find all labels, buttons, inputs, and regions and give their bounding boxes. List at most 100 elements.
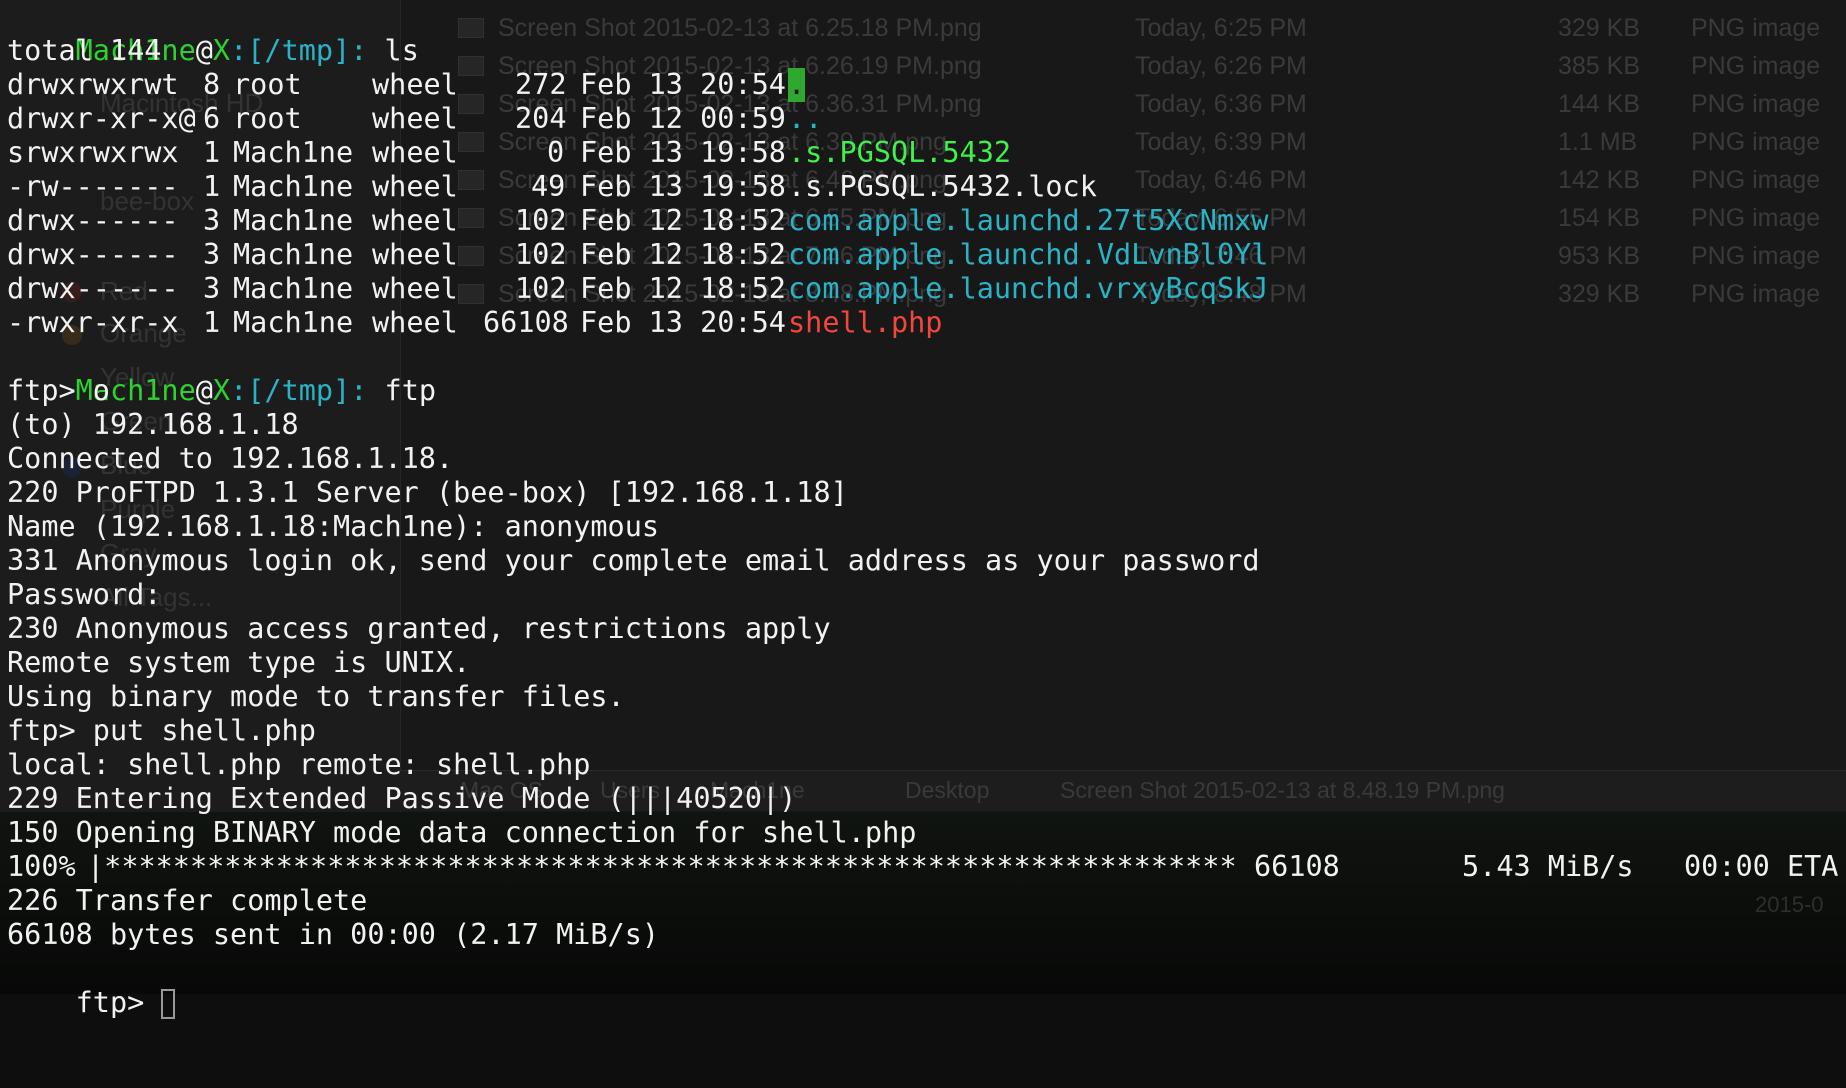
ftp-prompt: ftp>: [75, 986, 162, 1019]
owner: root: [233, 68, 302, 101]
links: 1: [203, 306, 221, 339]
links: 1: [203, 136, 221, 169]
perms: -rwxr-xr-x: [7, 306, 179, 339]
progress-rate: 5.43 MiB/s: [1462, 850, 1634, 883]
listing-row: -rw------- 1 Mach1ne wheel 49 Feb 13 19:…: [7, 170, 1842, 204]
ftp-line: Connected to 192.168.1.18.: [7, 442, 454, 475]
owner: Mach1ne: [233, 238, 354, 271]
perms: -rw-------: [7, 170, 179, 203]
prompt-path: :[/tmp]:: [230, 34, 368, 67]
perms: drwxrwxrwt: [7, 68, 179, 101]
filename: .: [788, 68, 806, 102]
ftp-line: 230 Anonymous access granted, restrictio…: [7, 612, 831, 645]
output-line: total 144: [7, 34, 162, 67]
prompt-host: X: [212, 374, 231, 407]
progress-bytes: 66108: [1254, 850, 1340, 883]
listing-row: drwx------ 3 Mach1ne wheel 102 Feb 12 18…: [7, 272, 1842, 306]
date: Feb 12 18:52: [580, 272, 786, 305]
owner: root: [233, 102, 302, 135]
filename: .s.PGSQL.5432.lock: [788, 170, 1097, 203]
ftp-line: 226 Transfer complete: [7, 884, 368, 917]
ftp-line: (to) 192.168.1.18: [7, 408, 299, 441]
prompt-path: :[/tmp]:: [230, 374, 368, 407]
ftp-input-line[interactable]: ftp>: [7, 952, 176, 1019]
size: 0: [547, 136, 565, 169]
size: 204: [515, 102, 567, 135]
group: wheel: [372, 136, 458, 169]
filename: com.apple.launchd.vrxyBcqSkJ: [788, 272, 1269, 305]
progress-percent: 100%: [7, 850, 76, 883]
listing-row: drwx------ 3 Mach1ne wheel 102 Feb 12 18…: [7, 238, 1842, 272]
prompt-host: X: [212, 34, 231, 67]
size: 272: [515, 68, 567, 101]
size: 102: [515, 272, 567, 305]
owner: Mach1ne: [233, 170, 354, 203]
links: 3: [203, 272, 221, 305]
date: Feb 12 18:52: [580, 204, 786, 237]
ftp-line: Name (192.168.1.18:Mach1ne): anonymous: [7, 510, 660, 543]
group: wheel: [372, 102, 458, 135]
filename: ..: [788, 102, 823, 135]
links: 1: [203, 170, 221, 203]
date: Feb 12 18:52: [580, 238, 786, 271]
date: Feb 13 20:54: [580, 68, 786, 101]
group: wheel: [372, 68, 458, 101]
perms: drwxr-xr-x@: [7, 102, 196, 135]
group: wheel: [372, 272, 458, 305]
date: Feb 13 19:58: [580, 136, 786, 169]
ftp-line: Password:: [7, 578, 162, 611]
prompt-line: Mach1ne@X:[/tmp]: ftp: [7, 340, 436, 407]
filename: com.apple.launchd.27t5XcNmxw: [788, 204, 1269, 237]
owner: Mach1ne: [233, 136, 354, 169]
ftp-line: 66108 bytes sent in 00:00 (2.17 MiB/s): [7, 918, 660, 951]
ftp-line: 229 Entering Extended Passive Mode (|||4…: [7, 782, 797, 815]
links: 6: [203, 102, 221, 135]
perms: drwx------: [7, 204, 179, 237]
links: 3: [203, 204, 221, 237]
listing-row: drwxr-xr-x@ 6 root wheel 204 Feb 12 00:5…: [7, 102, 1842, 136]
filename: shell.php: [788, 306, 943, 339]
listing-row: srwxrwxrwx 1 Mach1ne wheel 0 Feb 13 19:5…: [7, 136, 1842, 170]
size: 66108: [483, 306, 569, 339]
group: wheel: [372, 238, 458, 271]
listing-row: -rwxr-xr-x 1 Mach1ne wheel 66108 Feb 13 …: [7, 306, 1842, 340]
owner: Mach1ne: [233, 306, 354, 339]
filename: com.apple.launchd.VdLvnBl0Yl: [788, 238, 1269, 271]
prompt-at: @: [195, 34, 213, 67]
transfer-progress: 100% |**********************************…: [7, 850, 1842, 884]
perms: drwx------: [7, 238, 179, 271]
ftp-line: Remote system type is UNIX.: [7, 646, 471, 679]
links: 3: [203, 238, 221, 271]
listing-row: drwx------ 3 Mach1ne wheel 102 Feb 12 18…: [7, 204, 1842, 238]
command-text: ls: [367, 34, 419, 67]
date: Feb 13 20:54: [580, 306, 786, 339]
ftp-line: 220 ProFTPD 1.3.1 Server (bee-box) [192.…: [7, 476, 848, 509]
date: Feb 13 19:58: [580, 170, 786, 203]
owner: Mach1ne: [233, 204, 354, 237]
progress-eta: 00:00 ETA: [1684, 850, 1839, 883]
size: 102: [515, 238, 567, 271]
group: wheel: [372, 204, 458, 237]
date: Feb 12 00:59: [580, 102, 786, 135]
ftp-line: ftp> put shell.php: [7, 714, 316, 747]
ftp-line: ftp> o: [7, 374, 110, 407]
prompt-line: Mach1ne@X:[/tmp]: ls: [7, 0, 419, 67]
perms: drwx------: [7, 272, 179, 305]
links: 8: [203, 68, 221, 101]
command-text: ftp: [367, 374, 437, 407]
terminal-window[interactable]: Mach1ne@X:[/tmp]: ls total 144 drwxrwxrw…: [7, 0, 1842, 1019]
size: 102: [515, 204, 567, 237]
ftp-line: 150 Opening BINARY mode data connection …: [7, 816, 917, 849]
ftp-line: local: shell.php remote: shell.php: [7, 748, 591, 781]
perms: srwxrwxrwx: [7, 136, 179, 169]
listing-row: drwxrwxrwt 8 root wheel 272 Feb 13 20:54…: [7, 68, 1842, 102]
group: wheel: [372, 170, 458, 203]
group: wheel: [372, 306, 458, 339]
owner: Mach1ne: [233, 272, 354, 305]
prompt-at: @: [195, 374, 213, 407]
ftp-line: Using binary mode to transfer files.: [7, 680, 625, 713]
size: 49: [531, 170, 566, 203]
filename: .s.PGSQL.5432: [788, 136, 1012, 169]
progress-bar: |***************************************…: [87, 850, 1237, 883]
ftp-line: 331 Anonymous login ok, send your comple…: [7, 544, 1260, 577]
